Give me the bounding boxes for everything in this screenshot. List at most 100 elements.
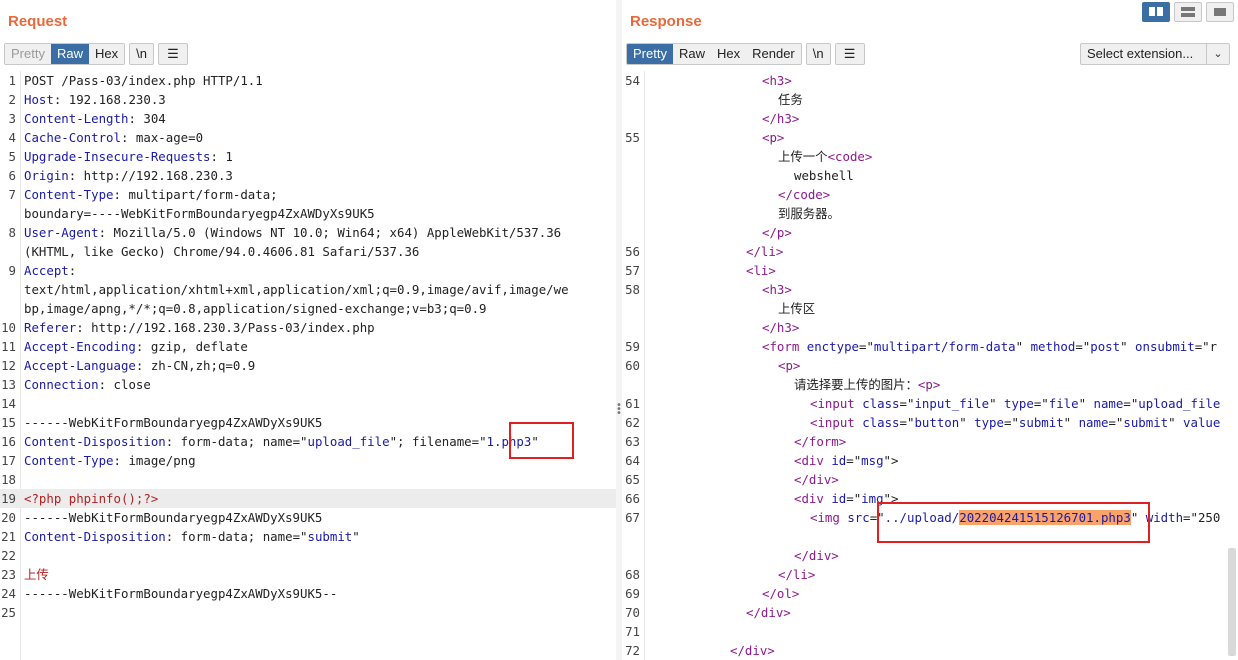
code-text: boundary=----WebKitFormBoundaryegp4ZxAWD… [24,204,375,223]
code-token: </div> [730,643,775,658]
code-token: <p> [917,377,941,392]
code-text: Upgrade-Insecure-Requests: 1 [24,147,233,166]
response-editor[interactable]: 54 <h3> 任务 </h3> 55 <p> 上传一个<code> webshell </co… [622,71,1238,660]
line-number: 65 [625,472,640,487]
code-line: 65 </div> [622,470,1238,489]
code-token: : image/png [113,453,196,468]
response-tab-raw[interactable]: Raw [672,44,711,64]
code-text: Cache-Control: max-age=0 [24,128,203,147]
request-tab-pretty[interactable]: Pretty [5,44,51,64]
code-line: 8 User-Agent: Mozilla/5.0 (Windows NT 10.… [0,223,616,242]
code-token: button [914,415,960,430]
code-line: </h3> [622,109,1238,128]
select-extension-dropdown[interactable]: Select extension... ⌄ [1080,43,1230,65]
line-number: 54 [625,73,640,88]
line-number: 64 [625,453,640,468]
request-toolbar: Pretty Raw Hex \n ☰ [4,43,188,65]
code-token: ="250 [1183,510,1221,525]
code-line: 上传一个<code> [622,147,1238,166]
newline-toggle-button[interactable]: \n [805,43,831,65]
code-token: : Mozilla/5.0 (Windows NT 10.0; Win64; x… [98,225,562,240]
layout-horizontal-icon[interactable] [1174,2,1202,22]
menu-lines-icon[interactable]: ☰ [834,43,865,65]
code-token: " [1120,339,1136,354]
code-line: 5 Upgrade-Insecure-Requests: 1 [0,147,616,166]
code-text: 任务 [650,90,803,109]
code-token: Connection [24,377,99,392]
code-text: </form> [650,432,846,451]
code-text: </div> [650,603,791,622]
code-token: =" [846,453,862,468]
code-text: 请选择要上传的图片：<p> [650,375,940,394]
line-number: 9 [8,263,16,278]
newline-toggle-button[interactable]: \n [129,43,154,65]
layout-single-icon[interactable] [1206,2,1234,22]
line-number: 61 [625,396,640,411]
code-token: : zh-CN,zh;q=0.9 [135,358,256,373]
line-number: 11 [1,339,16,354]
code-token: post [1090,339,1121,354]
request-view-tabs: Pretty Raw Hex [4,43,126,65]
code-token: : 304 [128,111,166,126]
code-line: 63 </form> [622,432,1238,451]
code-text: 上传一个<code> [650,147,872,166]
code-token: value [1183,415,1221,430]
code-text: <?php phpinfo();?> [24,489,158,508]
code-text: (KHTML, like Gecko) Chrome/94.0.4606.81 … [24,242,419,261]
request-tab-raw[interactable]: Raw [50,44,89,64]
code-token: multipart/form-data [873,339,1016,354]
menu-lines-icon[interactable]: ☰ [157,43,188,65]
code-token: onsubmit [1135,339,1195,354]
code-text: <p> [650,128,784,147]
code-token: Host [24,92,54,107]
code-line: 69 </ol> [622,584,1238,603]
layout-split-icon[interactable] [1142,2,1170,22]
code-text: </ol> [650,584,799,603]
code-token: type [974,415,1004,430]
code-line: 18 [0,470,616,489]
code-line: 6 Origin: http://192.168.230.3 [0,166,616,185]
code-token: ="r [1194,339,1218,354]
response-scrollbar[interactable] [1228,548,1236,656]
code-token: 到服务器。 [778,206,840,221]
code-token: <input [810,396,863,411]
code-line: 22 [0,546,616,565]
code-text: Referer: http://192.168.230.3/Pass-03/in… [24,318,375,337]
request-tab-hex[interactable]: Hex [88,44,125,64]
code-token: =" [1075,339,1091,354]
line-number: 21 [1,529,16,544]
code-text: </h3> [650,109,799,128]
code-token: " [1015,339,1031,354]
code-token: : [68,263,77,278]
code-token: : http://192.168.230.3 [68,168,233,183]
code-line: </code> [622,185,1238,204]
line-number: 5 [8,149,16,164]
response-toolbar: Pretty Raw Hex Render \n ☰ [626,43,865,65]
line-number: 16 [1,434,16,449]
line-number: 25 [1,605,16,620]
request-title: Request [8,13,68,30]
code-token: Accept [24,263,69,278]
line-number: 70 [625,605,640,620]
code-text: <h3> [650,71,792,90]
line-number: 67 [625,510,640,525]
response-tab-render[interactable]: Render [746,44,801,64]
line-number: 6 [8,168,16,183]
request-editor[interactable]: 1 POST /Pass-03/index.php HTTP/1.1 2 Host: … [0,71,616,660]
code-token: submit [1123,415,1169,430]
line-number: 14 [1,396,16,411]
code-text: </li> [650,242,783,261]
code-token: msg [861,453,884,468]
response-tab-pretty[interactable]: Pretty [627,44,673,64]
code-line: 58 <h3> [622,280,1238,299]
code-token: input_file [914,396,990,411]
request-pane: Request Pretty Raw Hex \n ☰ 1 POST /Pass-03… [0,0,616,660]
code-line: 59 <form enctype="multipart/form-data" me… [622,337,1238,356]
code-text: </code> [650,185,830,204]
response-tab-hex[interactable]: Hex [710,44,747,64]
code-line: 2 Host: 192.168.230.3 [0,90,616,109]
code-text: Content-Disposition: form-data; name="su… [24,527,360,546]
code-line: 72 </div> [622,641,1238,660]
code-token: =" [1033,396,1049,411]
code-text: webshell [650,166,854,185]
